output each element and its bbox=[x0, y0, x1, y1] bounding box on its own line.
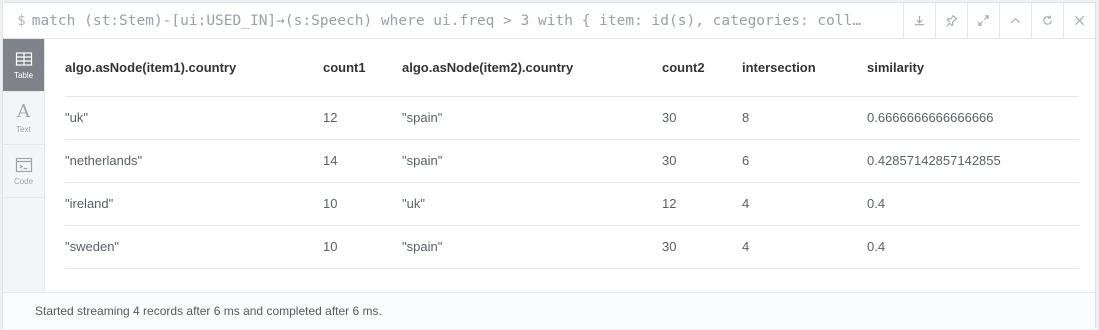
table-row: "ireland" 10 "uk" 12 4 0.4 bbox=[65, 182, 1079, 226]
column-header[interactable]: intersection bbox=[742, 39, 867, 97]
pin-icon[interactable] bbox=[935, 2, 967, 39]
table-cell: 12 bbox=[323, 96, 402, 140]
results-table: algo.asNode(item1).country count1 algo.a… bbox=[65, 39, 1079, 269]
table-cell: 4 bbox=[742, 182, 867, 226]
column-header[interactable]: count2 bbox=[662, 39, 742, 97]
download-icon[interactable] bbox=[903, 2, 935, 39]
table-cell: "netherlands" bbox=[65, 139, 323, 183]
view-tab-label: Code bbox=[13, 176, 34, 186]
column-header[interactable]: similarity bbox=[867, 39, 1079, 97]
query-bar: $ match (st:Stem)-[ui:USED_IN]→(s:Speech)… bbox=[3, 2, 1095, 39]
view-tab-text[interactable]: A Text bbox=[3, 92, 44, 145]
column-header[interactable]: algo.asNode(item2).country bbox=[402, 39, 662, 97]
prompt-symbol: $ bbox=[17, 12, 26, 29]
column-header[interactable]: count1 bbox=[323, 39, 402, 97]
view-tab-code[interactable]: Code bbox=[3, 145, 44, 198]
table-cell: 10 bbox=[323, 182, 402, 226]
table-cell: 0.4 bbox=[867, 225, 1079, 269]
query-editor[interactable]: $ match (st:Stem)-[ui:USED_IN]→(s:Speech)… bbox=[3, 3, 903, 39]
query-text[interactable]: match (st:Stem)-[ui:USED_IN]→(s:Speech) … bbox=[32, 13, 861, 29]
table-cell: 12 bbox=[662, 182, 742, 226]
table-row: "sweden" 10 "spain" 30 4 0.4 bbox=[65, 225, 1079, 269]
table-header-row: algo.asNode(item1).country count1 algo.a… bbox=[65, 39, 1079, 97]
expand-icon[interactable] bbox=[967, 2, 999, 39]
result-frame: $ match (st:Stem)-[ui:USED_IN]→(s:Speech)… bbox=[2, 2, 1096, 329]
rerun-icon[interactable] bbox=[1031, 2, 1063, 39]
table-cell: 8 bbox=[742, 96, 867, 140]
view-tab-label: Table bbox=[13, 70, 34, 80]
table-cell: "uk" bbox=[402, 182, 662, 226]
table-cell: "spain" bbox=[402, 139, 662, 183]
table-row: "uk" 12 "spain" 30 8 0.6666666666666666 bbox=[65, 96, 1079, 140]
view-tab-table[interactable]: Table bbox=[3, 39, 44, 92]
table-cell: "sweden" bbox=[65, 225, 323, 269]
collapse-up-icon[interactable] bbox=[999, 2, 1031, 39]
table-cell: 0.4 bbox=[867, 182, 1079, 226]
table-cell: 14 bbox=[323, 139, 402, 183]
close-icon[interactable] bbox=[1063, 2, 1095, 39]
table-cell: "spain" bbox=[402, 225, 662, 269]
table-cell: 30 bbox=[662, 96, 742, 140]
table-cell: 10 bbox=[323, 225, 402, 269]
table-row: "netherlands" 14 "spain" 30 6 0.42857142… bbox=[65, 139, 1079, 183]
status-text: Started streaming 4 records after 6 ms a… bbox=[35, 304, 382, 318]
table-cell: 0.42857142857142855 bbox=[867, 139, 1079, 183]
table-cell: "uk" bbox=[65, 96, 323, 140]
frame-actions bbox=[903, 2, 1095, 39]
table-cell: 4 bbox=[742, 225, 867, 269]
table-cell: 30 bbox=[662, 139, 742, 183]
table-cell: 6 bbox=[742, 139, 867, 183]
table-icon bbox=[15, 51, 32, 66]
table-cell: "spain" bbox=[402, 96, 662, 140]
column-header[interactable]: algo.asNode(item1).country bbox=[65, 39, 323, 97]
table-cell: 30 bbox=[662, 225, 742, 269]
view-tab-label: Text bbox=[16, 124, 31, 134]
view-switcher: Table A Text Code bbox=[3, 39, 45, 292]
results-table-container: algo.asNode(item1).country count1 algo.a… bbox=[65, 39, 1079, 269]
table-cell: 0.6666666666666666 bbox=[867, 96, 1079, 140]
text-icon: A bbox=[17, 100, 30, 122]
status-bar: Started streaming 4 records after 6 ms a… bbox=[3, 292, 1095, 329]
table-cell: "ireland" bbox=[65, 182, 323, 226]
code-icon bbox=[15, 157, 32, 172]
